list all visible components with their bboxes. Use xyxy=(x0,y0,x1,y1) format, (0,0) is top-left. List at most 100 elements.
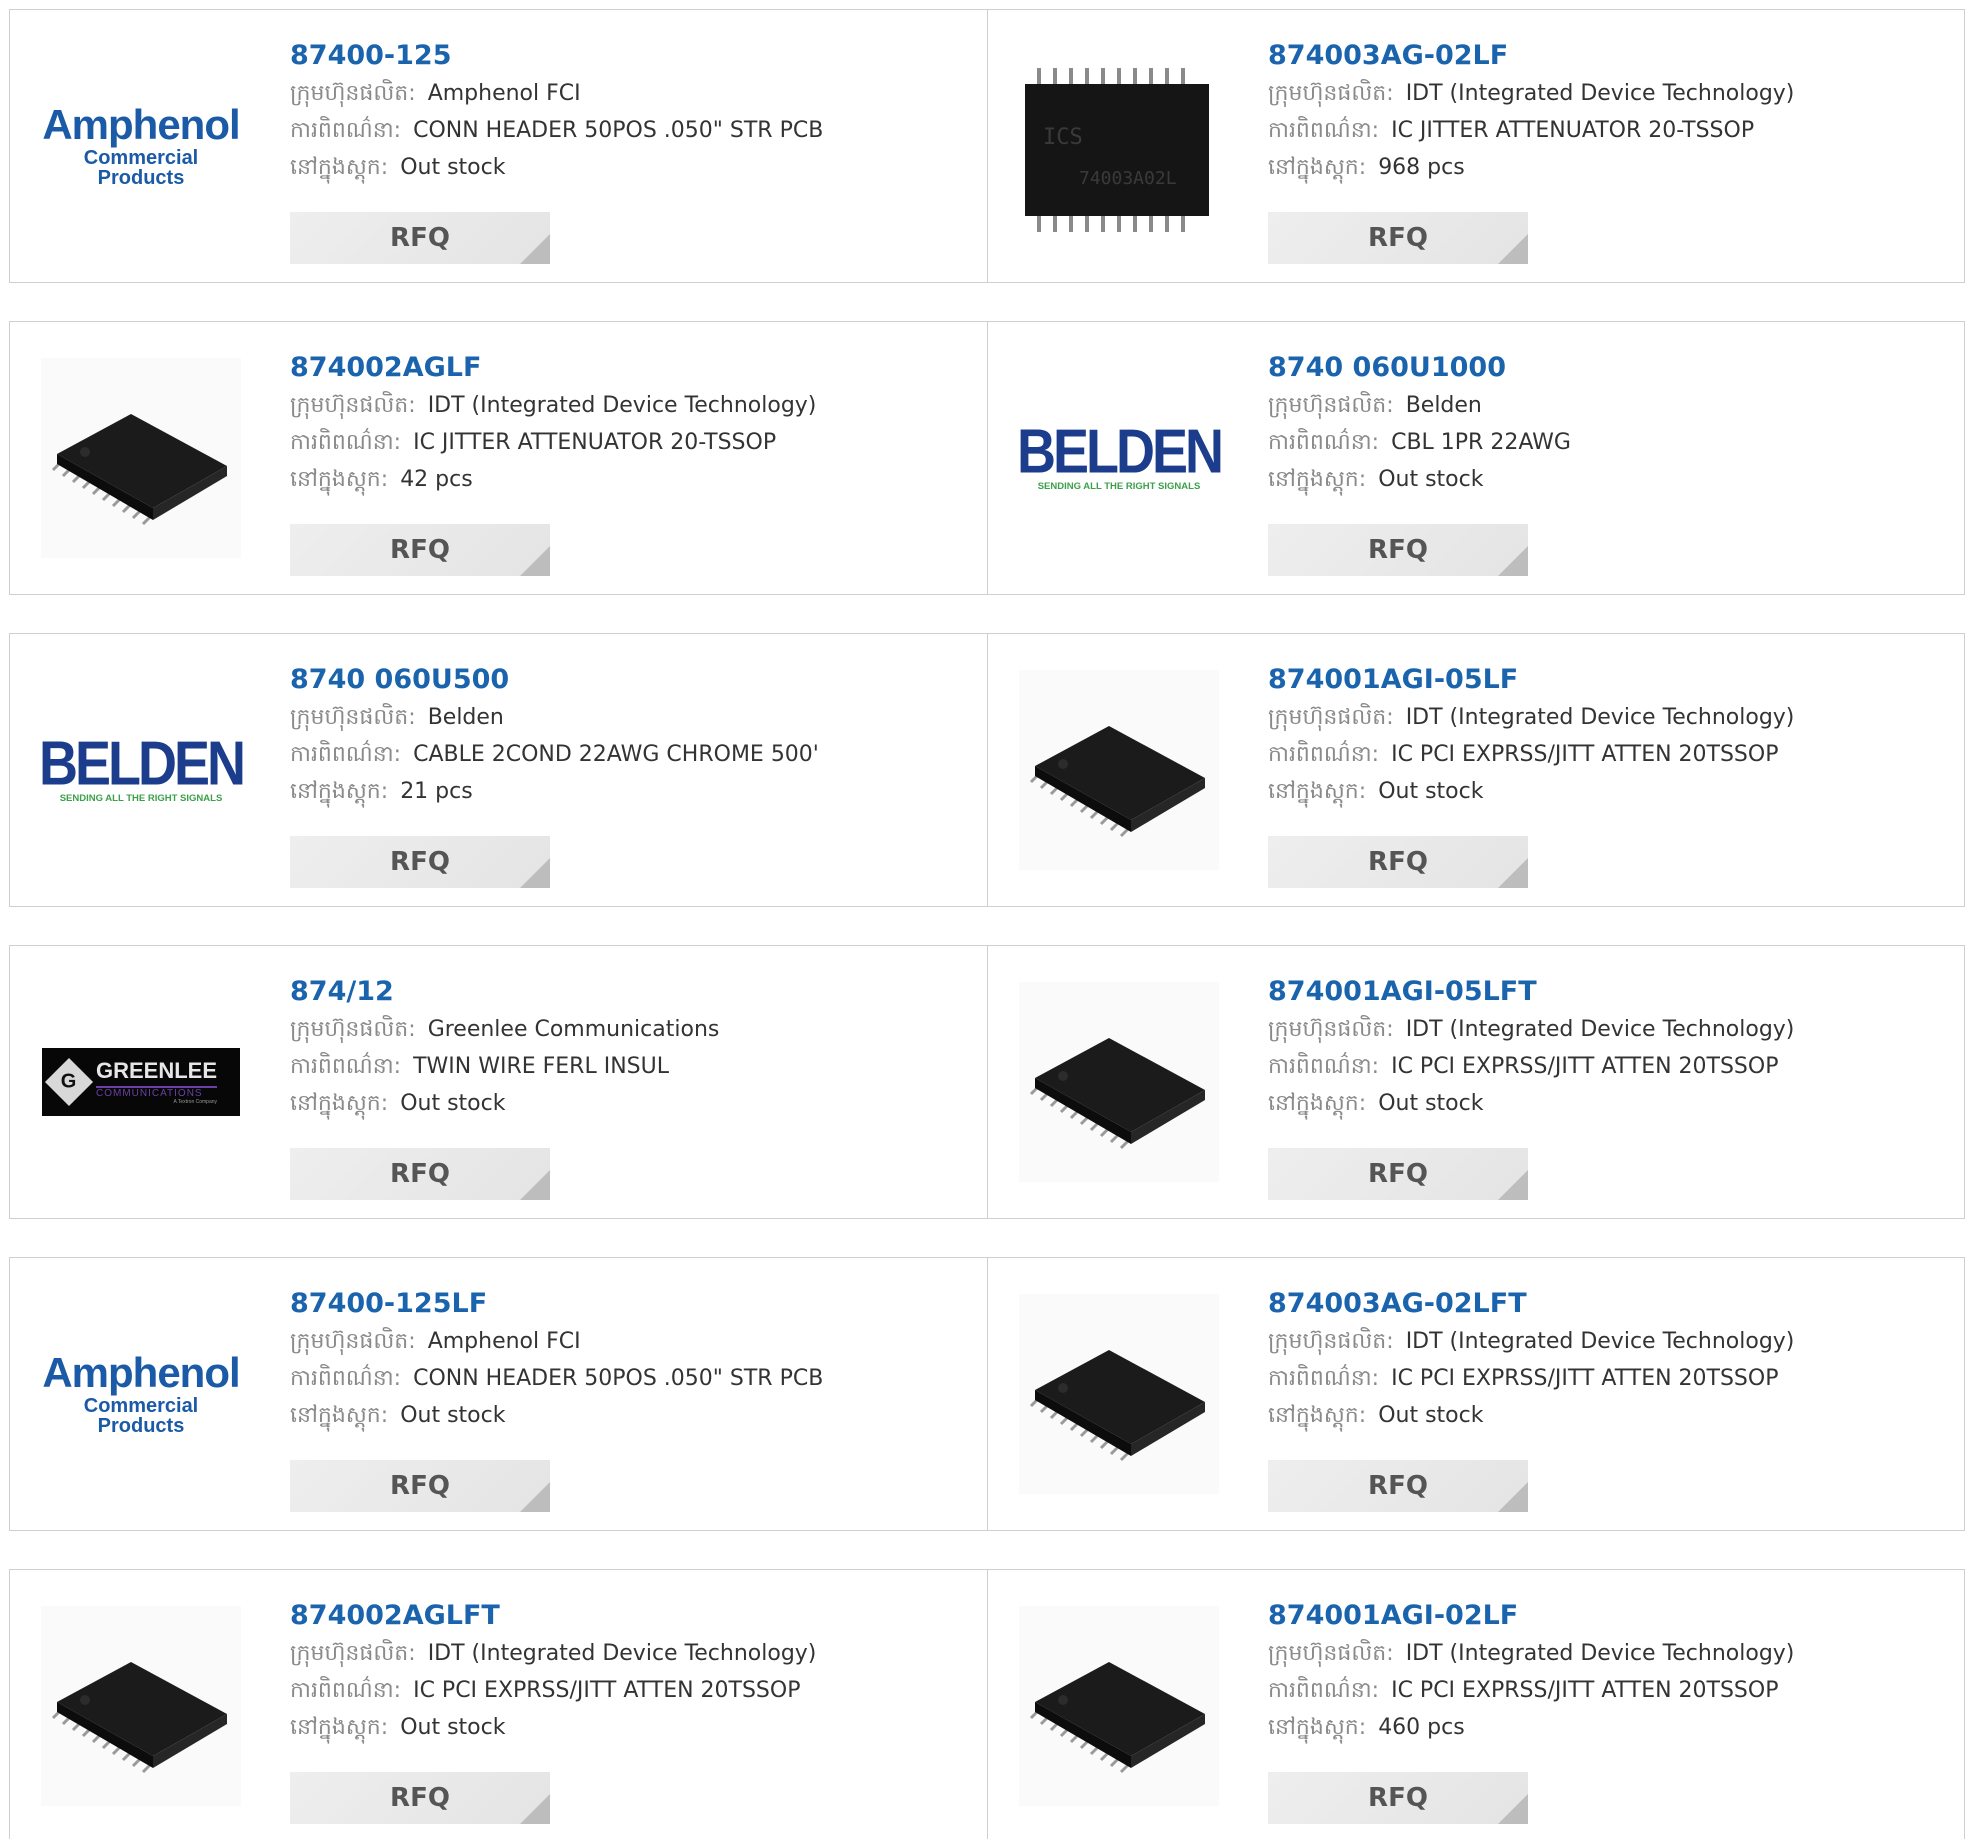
rfq-button[interactable]: RFQ xyxy=(290,524,550,576)
stock-label: នៅក្នុងស្តុក: xyxy=(1268,1403,1367,1428)
chip-icon xyxy=(1019,670,1219,870)
product-row: Amphenol Commercial Products 87400-125LF… xyxy=(9,1257,1965,1531)
part-number-link[interactable]: 874/12 xyxy=(290,978,977,1005)
part-number-link[interactable]: 874001AGI-05LF xyxy=(1268,666,1954,693)
manufacturer-value: IDT (Integrated Device Technology) xyxy=(1405,1017,1795,1042)
product-card: 874001AGI-05LFT ក្រុមហ៊ុនផលិត: IDT (Integ… xyxy=(987,946,1964,1218)
manufacturer-value: Belden xyxy=(1405,393,1482,418)
product-image[interactable] xyxy=(41,358,241,558)
stock-label: នៅក្នុងស្តុក: xyxy=(290,467,389,492)
part-number-link[interactable]: 874001AGI-02LF xyxy=(1268,1602,1954,1629)
manufacturer-value: Amphenol FCI xyxy=(427,1329,581,1354)
stock-label: នៅក្នុងស្តុក: xyxy=(290,1403,389,1428)
manufacturer-logo[interactable]: Amphenol Commercial Products xyxy=(41,46,241,246)
product-image[interactable] xyxy=(1019,982,1219,1182)
description-label: ការពិពណ៌នា: xyxy=(1268,1366,1380,1391)
manufacturer-label: ក្រុមហ៊ុនផលិត: xyxy=(290,1017,416,1042)
greenlee-logo: G GREENLEE COMMUNICATIONS A Textron Comp… xyxy=(42,1048,240,1116)
description-value: IC PCI EXPRSS/JITT ATTEN 20TSSOP xyxy=(1391,1366,1779,1391)
part-number-link[interactable]: 874003AG-02LF xyxy=(1268,42,1954,69)
part-number-link[interactable]: 8740 060U500 xyxy=(290,666,977,693)
manufacturer-label: ក្រុមហ៊ុនផលិត: xyxy=(1268,1329,1394,1354)
chip-icon xyxy=(41,1606,241,1806)
manufacturer-logo[interactable]: Amphenol Commercial Products xyxy=(41,1294,241,1494)
manufacturer-label: ក្រុមហ៊ុនផលិត: xyxy=(290,1329,416,1354)
manufacturer-logo[interactable]: BELDEN SENDING ALL THE RIGHT SIGNALS xyxy=(1017,358,1224,558)
description-value: CONN HEADER 50POS .050" STR PCB xyxy=(413,118,824,143)
description-value: IC PCI EXPRSS/JITT ATTEN 20TSSOP xyxy=(1391,1054,1779,1079)
product-card: Amphenol Commercial Products 87400-125 ក… xyxy=(10,10,987,282)
stock-value: Out stock xyxy=(400,1403,506,1428)
manufacturer-value: IDT (Integrated Device Technology) xyxy=(1405,705,1795,730)
description-value: IC PCI EXPRSS/JITT ATTEN 20TSSOP xyxy=(1391,1678,1779,1703)
description-label: ការពិពណ៌នា: xyxy=(290,742,402,767)
description-label: ការពិពណ៌នា: xyxy=(1268,430,1380,455)
part-number-link[interactable]: 87400-125 xyxy=(290,42,977,69)
manufacturer-label: ក្រុមហ៊ុនផលិត: xyxy=(290,393,416,418)
description-label: ការពិពណ៌នា: xyxy=(290,430,402,455)
rfq-button[interactable]: RFQ xyxy=(290,1772,550,1824)
product-image[interactable] xyxy=(1019,670,1219,870)
stock-value: Out stock xyxy=(400,1091,506,1116)
product-card: ICS 74003A02L 874003AG-02LF ក្រុមហ៊ុនផលិ… xyxy=(987,10,1964,282)
rfq-button[interactable]: RFQ xyxy=(290,836,550,888)
rfq-button[interactable]: RFQ xyxy=(290,212,550,264)
greenlee-mark-icon: G xyxy=(44,1057,94,1107)
manufacturer-label: ក្រុមហ៊ុនផលិត: xyxy=(1268,1017,1394,1042)
rfq-button[interactable]: RFQ xyxy=(1268,1772,1528,1824)
manufacturer-logo[interactable]: BELDEN SENDING ALL THE RIGHT SIGNALS xyxy=(39,670,246,870)
product-image[interactable] xyxy=(41,1606,241,1806)
manufacturer-label: ក្រុមហ៊ុនផលិត: xyxy=(1268,393,1394,418)
product-card: BELDEN SENDING ALL THE RIGHT SIGNALS 874… xyxy=(10,634,987,906)
manufacturer-label: ក្រុមហ៊ុនផលិត: xyxy=(290,705,416,730)
manufacturer-label: ក្រុមហ៊ុនផលិត: xyxy=(1268,705,1394,730)
rfq-button[interactable]: RFQ xyxy=(290,1148,550,1200)
product-image[interactable]: ICS 74003A02L xyxy=(1019,46,1219,246)
description-value: IC PCI EXPRSS/JITT ATTEN 20TSSOP xyxy=(1391,742,1779,767)
manufacturer-value: Belden xyxy=(427,705,504,730)
part-number-link[interactable]: 874001AGI-05LFT xyxy=(1268,978,1954,1005)
stock-label: នៅក្នុងស្តុក: xyxy=(290,1715,389,1740)
description-label: ការពិពណ៌នា: xyxy=(290,118,402,143)
chip-marking: 74003A02L xyxy=(1079,168,1177,189)
description-value: CONN HEADER 50POS .050" STR PCB xyxy=(413,1366,824,1391)
product-card: BELDEN SENDING ALL THE RIGHT SIGNALS 874… xyxy=(987,322,1964,594)
part-number-link[interactable]: 874003AG-02LFT xyxy=(1268,1290,1954,1317)
manufacturer-value: IDT (Integrated Device Technology) xyxy=(1405,1641,1795,1666)
amphenol-logo: Amphenol Commercial Products xyxy=(41,1349,241,1437)
logo-text: Amphenol xyxy=(42,1349,240,1396)
product-image[interactable] xyxy=(1019,1294,1219,1494)
logo-text: BELDEN xyxy=(1017,417,1224,487)
product-row: 874002AGLFT ក្រុមហ៊ុនផលិត: IDT (Integrate… xyxy=(9,1569,1965,1839)
rfq-button[interactable]: RFQ xyxy=(1268,836,1528,888)
manufacturer-value: IDT (Integrated Device Technology) xyxy=(1405,1329,1795,1354)
description-label: ការពិពណ៌នា: xyxy=(1268,742,1380,767)
stock-label: នៅក្នុងស្តុក: xyxy=(290,155,389,180)
description-label: ការពិពណ៌នា: xyxy=(1268,1054,1380,1079)
part-number-link[interactable]: 874002AGLFT xyxy=(290,1602,977,1629)
chip-icon xyxy=(41,358,241,558)
description-value: CBL 1PR 22AWG xyxy=(1391,430,1571,455)
manufacturer-logo[interactable]: G GREENLEE COMMUNICATIONS A Textron Comp… xyxy=(41,982,241,1182)
product-card: G GREENLEE COMMUNICATIONS A Textron Comp… xyxy=(10,946,987,1218)
logo-subtext: Commercial Products xyxy=(83,1395,199,1437)
manufacturer-value: Greenlee Communications xyxy=(427,1017,720,1042)
product-card: 874001AGI-02LF ក្រុមហ៊ុនផលិត: IDT (Integr… xyxy=(987,1570,1964,1839)
product-image[interactable] xyxy=(1019,1606,1219,1806)
product-card: Amphenol Commercial Products 87400-125LF… xyxy=(10,1258,987,1530)
stock-label: នៅក្នុងស្តុក: xyxy=(290,779,389,804)
description-value: CABLE 2COND 22AWG CHROME 500' xyxy=(413,742,819,767)
part-number-link[interactable]: 874002AGLF xyxy=(290,354,977,381)
rfq-button[interactable]: RFQ xyxy=(1268,524,1528,576)
part-number-link[interactable]: 8740 060U1000 xyxy=(1268,354,1954,381)
logo-mark-letter: G xyxy=(61,1070,77,1093)
manufacturer-value: IDT (Integrated Device Technology) xyxy=(1405,81,1795,106)
description-label: ការពិពណ៌នា: xyxy=(1268,118,1380,143)
rfq-button[interactable]: RFQ xyxy=(290,1460,550,1512)
rfq-button[interactable]: RFQ xyxy=(1268,212,1528,264)
rfq-button[interactable]: RFQ xyxy=(1268,1460,1528,1512)
product-grid: Amphenol Commercial Products 87400-125 ក… xyxy=(0,0,1966,1839)
chip-top-icon: ICS 74003A02L xyxy=(1025,68,1209,232)
rfq-button[interactable]: RFQ xyxy=(1268,1148,1528,1200)
part-number-link[interactable]: 87400-125LF xyxy=(290,1290,977,1317)
